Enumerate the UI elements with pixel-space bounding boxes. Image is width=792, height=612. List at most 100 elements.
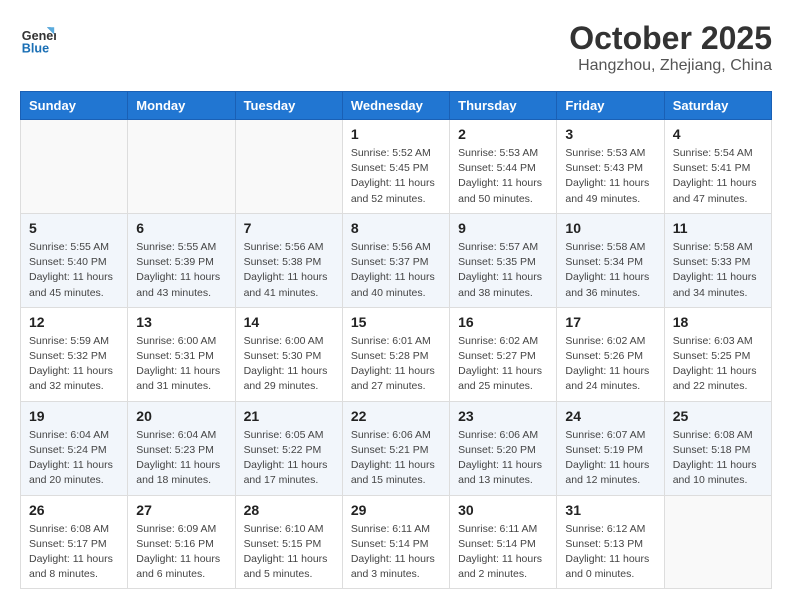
day-number: 9	[458, 220, 548, 236]
calendar-cell: 9Sunrise: 5:57 AMSunset: 5:35 PMDaylight…	[450, 213, 557, 307]
day-number: 18	[673, 314, 763, 330]
calendar-week-1: 1 Sunrise: 5:52 AMSunset: 5:45 PMDaylight…	[21, 120, 772, 214]
day-number: 24	[565, 408, 655, 424]
location-title: Hangzhou, Zhejiang, China	[569, 57, 772, 75]
day-info: Sunrise: 5:58 AMSunset: 5:34 PMDaylight:…	[565, 240, 655, 301]
day-info: Sunrise: 6:04 AMSunset: 5:23 PMDaylight:…	[136, 428, 226, 489]
day-number: 23	[458, 408, 548, 424]
calendar-cell: 20Sunrise: 6:04 AMSunset: 5:23 PMDayligh…	[128, 401, 235, 495]
calendar-cell: 6 Sunrise: 5:55 AMSunset: 5:39 PMDaylight…	[128, 213, 235, 307]
day-number: 16	[458, 314, 548, 330]
day-number: 13	[136, 314, 226, 330]
calendar-cell: 15 Sunrise: 6:01 AMSunset: 5:28 PMDayligh…	[342, 307, 449, 401]
calendar-cell: 29 Sunrise: 6:11 AMSunset: 5:14 PMDayligh…	[342, 495, 449, 589]
day-info: Sunrise: 5:58 AMSunset: 5:33 PMDaylight:…	[673, 240, 763, 301]
day-info: Sunrise: 6:05 AMSunset: 5:22 PMDaylight:…	[244, 428, 334, 489]
day-info: Sunrise: 6:08 AMSunset: 5:17 PMDaylight:…	[29, 522, 119, 583]
day-number: 31	[565, 502, 655, 518]
day-number: 5	[29, 220, 119, 236]
calendar-cell	[128, 120, 235, 214]
col-header-wednesday: Wednesday	[342, 92, 449, 120]
day-info: Sunrise: 6:11 AMSunset: 5:14 PMDaylight:…	[351, 522, 441, 583]
calendar-cell: 19 Sunrise: 6:04 AMSunset: 5:24 PMDayligh…	[21, 401, 128, 495]
calendar-cell: 3 Sunrise: 5:53 AMSunset: 5:43 PMDaylight…	[557, 120, 664, 214]
calendar-cell: 18 Sunrise: 6:03 AMSunset: 5:25 PMDayligh…	[664, 307, 771, 401]
month-title: October 2025	[569, 20, 772, 57]
day-info: Sunrise: 6:11 AMSunset: 5:14 PMDaylight:…	[458, 522, 548, 583]
calendar-cell: 25Sunrise: 6:08 AMSunset: 5:18 PMDayligh…	[664, 401, 771, 495]
logo: General Blue	[20, 20, 56, 56]
day-info: Sunrise: 5:52 AMSunset: 5:45 PMDaylight:…	[351, 146, 441, 207]
day-info: Sunrise: 6:00 AMSunset: 5:30 PMDaylight:…	[244, 334, 334, 395]
day-info: Sunrise: 6:03 AMSunset: 5:25 PMDaylight:…	[673, 334, 763, 395]
day-number: 19	[29, 408, 119, 424]
calendar-cell	[664, 495, 771, 589]
day-number: 15	[351, 314, 441, 330]
calendar-cell	[235, 120, 342, 214]
day-number: 4	[673, 126, 763, 142]
day-info: Sunrise: 6:02 AMSunset: 5:26 PMDaylight:…	[565, 334, 655, 395]
day-number: 6	[136, 220, 226, 236]
calendar-cell: 5 Sunrise: 5:55 AMSunset: 5:40 PMDaylight…	[21, 213, 128, 307]
calendar-cell: 13Sunrise: 6:00 AMSunset: 5:31 PMDayligh…	[128, 307, 235, 401]
calendar-week-3: 12Sunrise: 5:59 AMSunset: 5:32 PMDayligh…	[21, 307, 772, 401]
day-number: 22	[351, 408, 441, 424]
calendar-cell: 12Sunrise: 5:59 AMSunset: 5:32 PMDayligh…	[21, 307, 128, 401]
day-info: Sunrise: 6:02 AMSunset: 5:27 PMDaylight:…	[458, 334, 548, 395]
day-info: Sunrise: 6:01 AMSunset: 5:28 PMDaylight:…	[351, 334, 441, 395]
day-info: Sunrise: 5:55 AMSunset: 5:39 PMDaylight:…	[136, 240, 226, 301]
calendar-cell: 31 Sunrise: 6:12 AMSunset: 5:13 PMDayligh…	[557, 495, 664, 589]
calendar-cell: 23 Sunrise: 6:06 AMSunset: 5:20 PMDayligh…	[450, 401, 557, 495]
calendar-cell: 2 Sunrise: 5:53 AMSunset: 5:44 PMDaylight…	[450, 120, 557, 214]
day-number: 26	[29, 502, 119, 518]
calendar-cell: 7 Sunrise: 5:56 AMSunset: 5:38 PMDaylight…	[235, 213, 342, 307]
day-info: Sunrise: 6:10 AMSunset: 5:15 PMDaylight:…	[244, 522, 334, 583]
day-info: Sunrise: 5:56 AMSunset: 5:37 PMDaylight:…	[351, 240, 441, 301]
calendar-cell: 26 Sunrise: 6:08 AMSunset: 5:17 PMDayligh…	[21, 495, 128, 589]
svg-text:Blue: Blue	[22, 41, 49, 55]
day-number: 10	[565, 220, 655, 236]
day-info: Sunrise: 6:06 AMSunset: 5:20 PMDaylight:…	[458, 428, 548, 489]
calendar-table: SundayMondayTuesdayWednesdayThursdayFrid…	[20, 91, 772, 589]
calendar-cell: 11 Sunrise: 5:58 AMSunset: 5:33 PMDayligh…	[664, 213, 771, 307]
calendar-cell: 17 Sunrise: 6:02 AMSunset: 5:26 PMDayligh…	[557, 307, 664, 401]
day-info: Sunrise: 5:53 AMSunset: 5:44 PMDaylight:…	[458, 146, 548, 207]
calendar-week-5: 26 Sunrise: 6:08 AMSunset: 5:17 PMDayligh…	[21, 495, 772, 589]
day-number: 21	[244, 408, 334, 424]
day-info: Sunrise: 6:12 AMSunset: 5:13 PMDaylight:…	[565, 522, 655, 583]
day-number: 12	[29, 314, 119, 330]
page-header: General Blue October 2025 Hangzhou, Zhej…	[20, 20, 772, 75]
day-number: 27	[136, 502, 226, 518]
day-number: 7	[244, 220, 334, 236]
calendar-cell: 27 Sunrise: 6:09 AMSunset: 5:16 PMDayligh…	[128, 495, 235, 589]
logo-icon: General Blue	[20, 20, 56, 56]
col-header-saturday: Saturday	[664, 92, 771, 120]
day-info: Sunrise: 5:53 AMSunset: 5:43 PMDaylight:…	[565, 146, 655, 207]
col-header-thursday: Thursday	[450, 92, 557, 120]
day-number: 1	[351, 126, 441, 142]
day-info: Sunrise: 6:04 AMSunset: 5:24 PMDaylight:…	[29, 428, 119, 489]
calendar-cell: 1 Sunrise: 5:52 AMSunset: 5:45 PMDaylight…	[342, 120, 449, 214]
day-number: 25	[673, 408, 763, 424]
calendar-cell: 21 Sunrise: 6:05 AMSunset: 5:22 PMDayligh…	[235, 401, 342, 495]
day-number: 11	[673, 220, 763, 236]
calendar-cell: 16 Sunrise: 6:02 AMSunset: 5:27 PMDayligh…	[450, 307, 557, 401]
title-block: October 2025 Hangzhou, Zhejiang, China	[569, 20, 772, 75]
calendar-cell: 14Sunrise: 6:00 AMSunset: 5:30 PMDayligh…	[235, 307, 342, 401]
day-number: 17	[565, 314, 655, 330]
day-number: 30	[458, 502, 548, 518]
day-info: Sunrise: 6:09 AMSunset: 5:16 PMDaylight:…	[136, 522, 226, 583]
calendar-cell	[21, 120, 128, 214]
day-number: 29	[351, 502, 441, 518]
calendar-cell: 28Sunrise: 6:10 AMSunset: 5:15 PMDayligh…	[235, 495, 342, 589]
day-info: Sunrise: 5:54 AMSunset: 5:41 PMDaylight:…	[673, 146, 763, 207]
day-info: Sunrise: 5:56 AMSunset: 5:38 PMDaylight:…	[244, 240, 334, 301]
day-info: Sunrise: 6:07 AMSunset: 5:19 PMDaylight:…	[565, 428, 655, 489]
day-number: 2	[458, 126, 548, 142]
day-info: Sunrise: 5:55 AMSunset: 5:40 PMDaylight:…	[29, 240, 119, 301]
day-number: 3	[565, 126, 655, 142]
col-header-friday: Friday	[557, 92, 664, 120]
col-header-tuesday: Tuesday	[235, 92, 342, 120]
day-number: 8	[351, 220, 441, 236]
calendar-week-4: 19 Sunrise: 6:04 AMSunset: 5:24 PMDayligh…	[21, 401, 772, 495]
